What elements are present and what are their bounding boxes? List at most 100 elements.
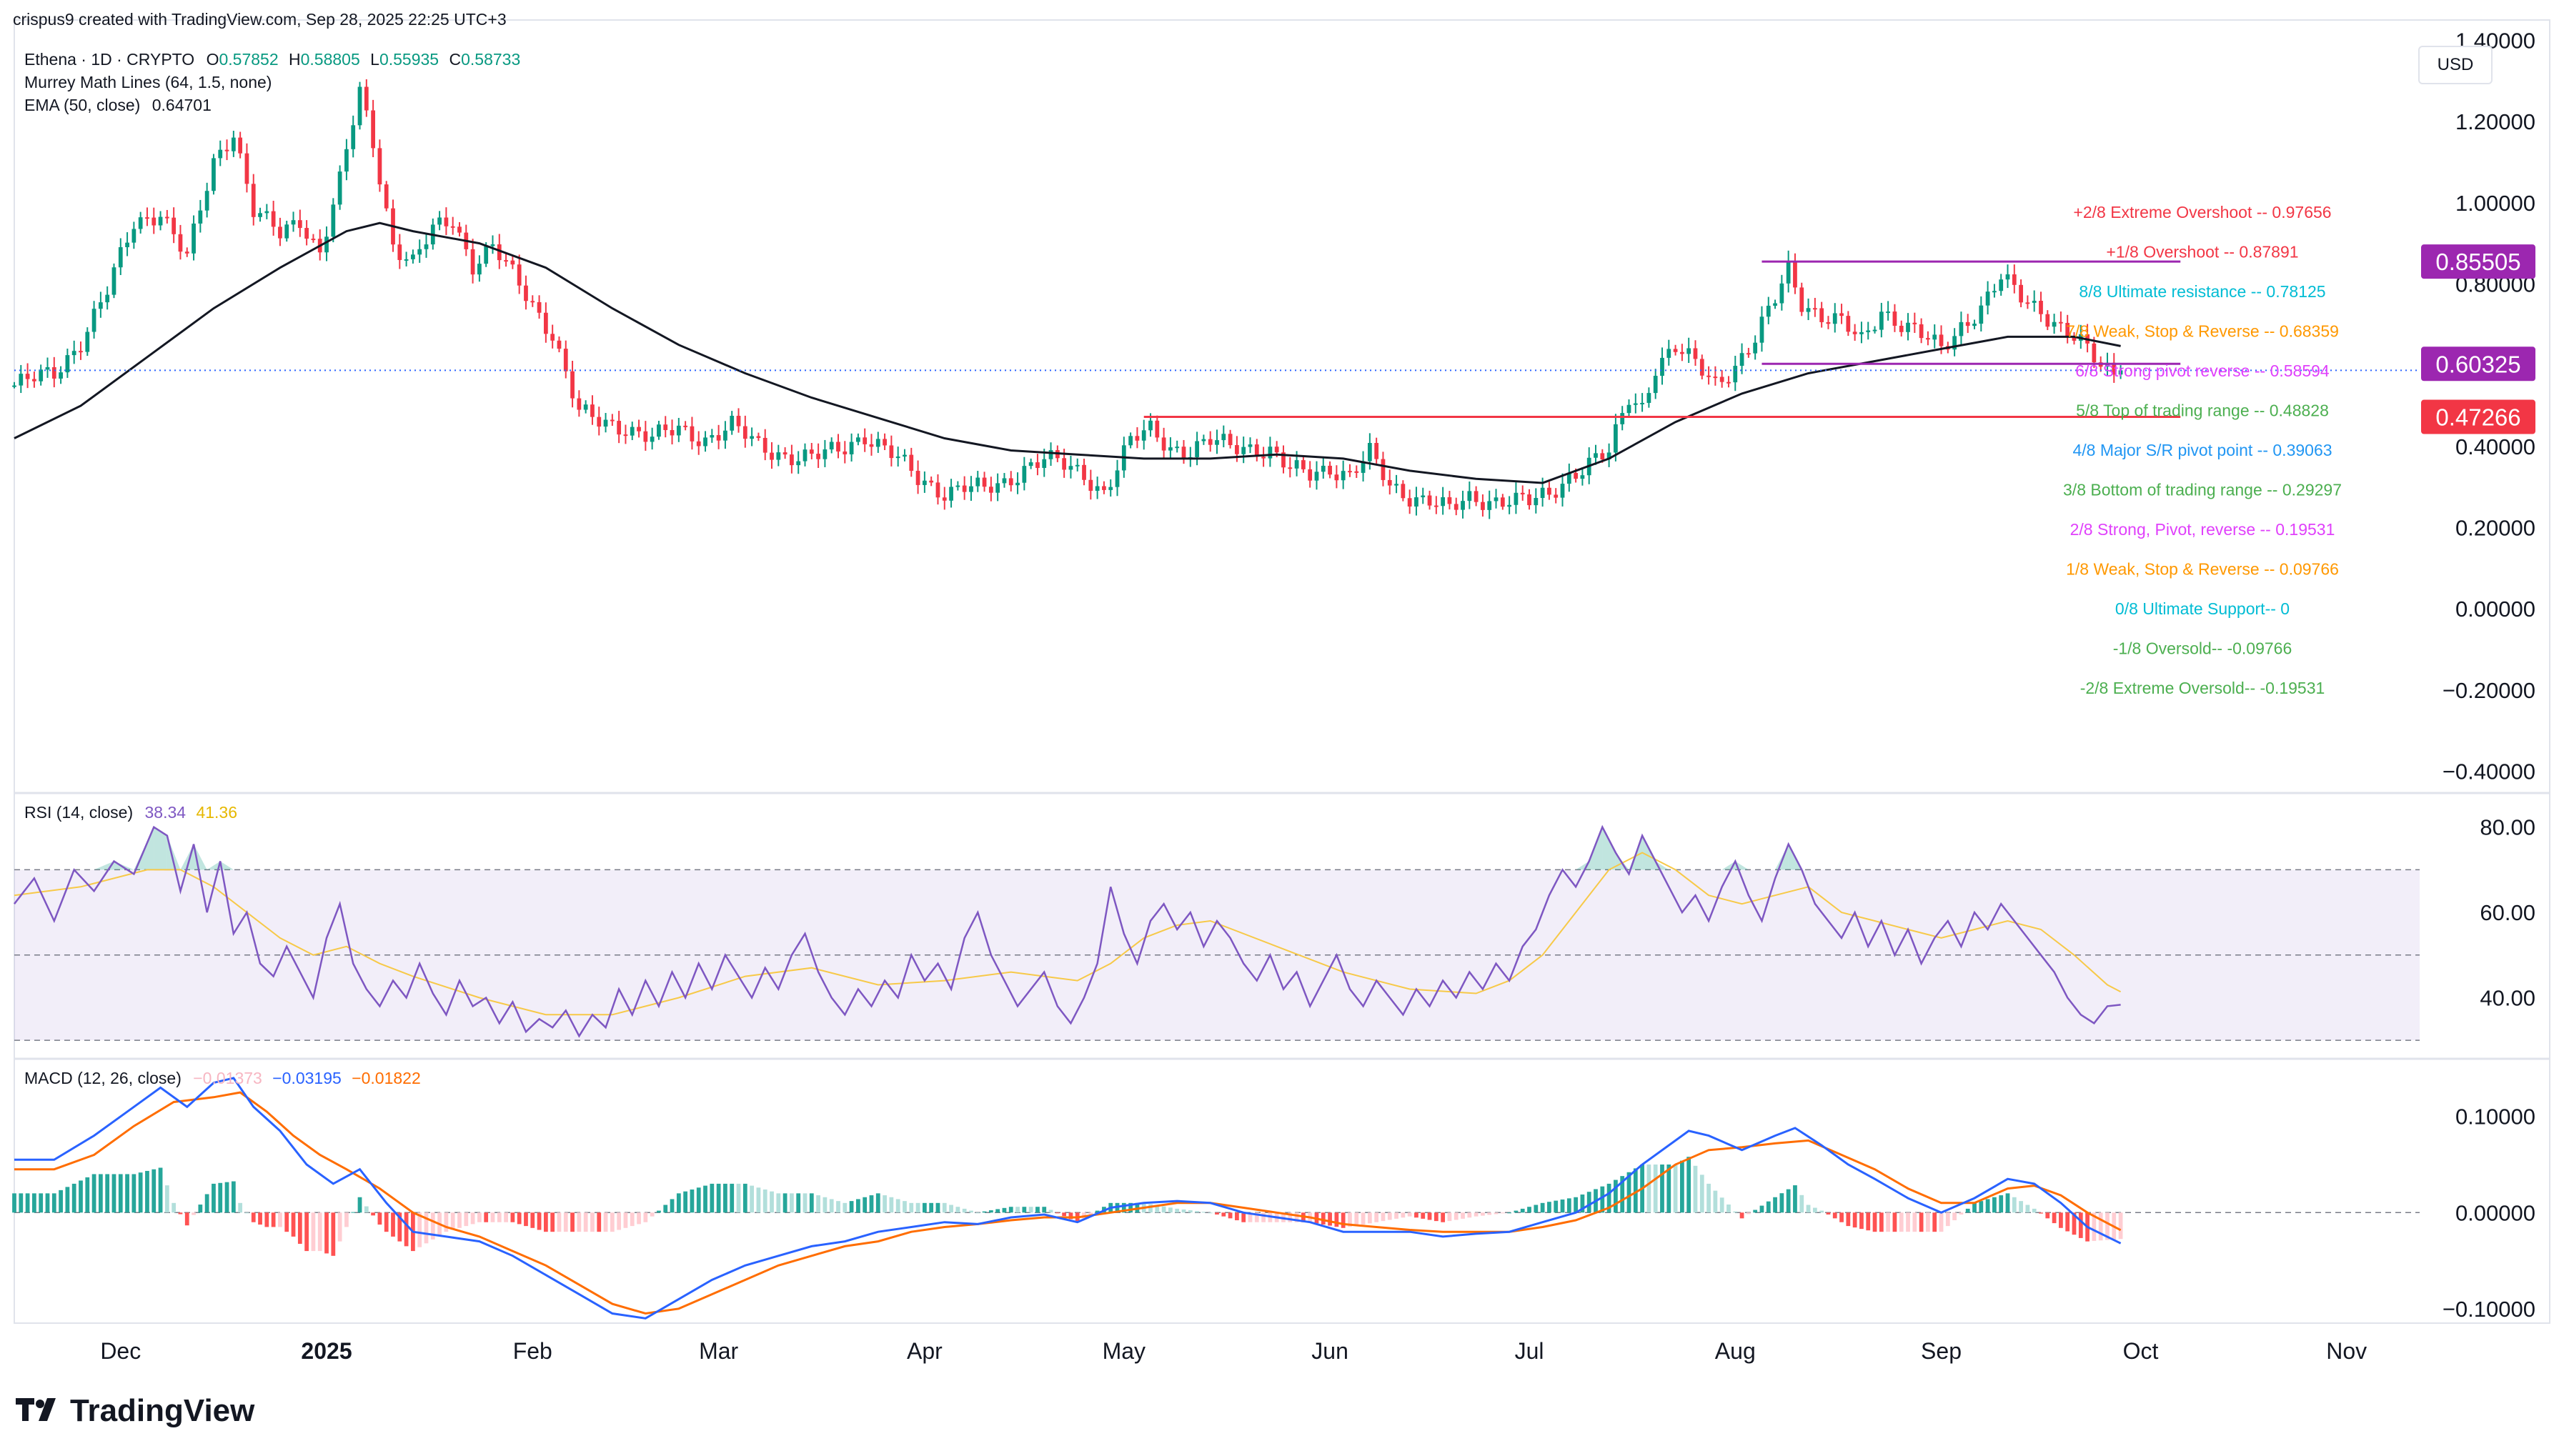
- macd-histogram-bar: [843, 1202, 848, 1213]
- candle: [1367, 443, 1372, 462]
- macd-histogram-bar: [849, 1201, 854, 1213]
- candle: [2005, 274, 2010, 280]
- candle: [696, 441, 701, 447]
- candle: [1527, 494, 1531, 506]
- macd-histogram-bar: [1427, 1212, 1432, 1220]
- chart-canvas[interactable]: +2/8 Extreme Overshoot -- 0.97656 +1/8 Ov…: [0, 0, 2554, 1456]
- macd-histogram-bar: [1374, 1212, 1379, 1222]
- macd-histogram-bar: [670, 1199, 675, 1213]
- macd-histogram-bar: [2059, 1212, 2063, 1228]
- candle: [1195, 441, 1199, 457]
- macd-histogram-bar: [1719, 1197, 1724, 1213]
- candle: [1062, 458, 1067, 470]
- macd-histogram-bar: [1414, 1212, 1418, 1218]
- candle: [1314, 472, 1319, 481]
- candle: [955, 485, 960, 487]
- candle: [2092, 343, 2097, 363]
- candle: [982, 477, 987, 487]
- macd-histogram-bar: [1646, 1165, 1651, 1213]
- candle: [1487, 501, 1492, 510]
- candle: [1959, 321, 1964, 336]
- macd-label: MACD (12, 26, close): [24, 1069, 182, 1087]
- macd-histogram-bar: [1241, 1212, 1246, 1222]
- candle: [258, 213, 262, 217]
- macd-histogram-bar: [1221, 1212, 1226, 1217]
- candle: [942, 497, 947, 501]
- candle: [1407, 498, 1412, 507]
- price-axis-tick: 1.00000: [2455, 191, 2535, 216]
- candle: [1481, 502, 1485, 510]
- macd-histogram-bar: [450, 1212, 455, 1230]
- macd-histogram-bar: [1979, 1201, 1984, 1213]
- candle: [1235, 445, 1239, 454]
- tradingview-logo[interactable]: TradingView: [16, 1393, 254, 1429]
- candle: [118, 247, 123, 268]
- candle: [397, 244, 402, 260]
- price-axis-tick: 0.00000: [2455, 597, 2535, 622]
- candle: [198, 210, 203, 224]
- macd-histogram-bar: [935, 1202, 940, 1213]
- macd-histogram-bar: [2012, 1197, 2017, 1213]
- candle: [1433, 505, 1439, 507]
- candle: [856, 437, 860, 442]
- macd-signal-line: [14, 1091, 2122, 1315]
- symbol-title: Ethena · 1D · CRYPTO: [24, 50, 195, 69]
- macd-axis-tick: 0.00000: [2455, 1200, 2535, 1225]
- candle: [1048, 450, 1053, 459]
- macd-histogram-bar: [1474, 1212, 1479, 1217]
- currency-button[interactable]: USD: [2418, 46, 2493, 84]
- candle: [1421, 495, 1426, 498]
- macd-histogram-bar: [1919, 1212, 1924, 1232]
- candle: [1886, 311, 1891, 314]
- macd-histogram-bar: [1832, 1212, 1837, 1219]
- macd-histogram-bar: [1753, 1210, 1758, 1213]
- macd-histogram-bar: [1168, 1207, 1173, 1213]
- macd-line: [14, 1077, 2122, 1320]
- candle: [1461, 501, 1465, 510]
- candle: [1932, 334, 1937, 340]
- macd-histogram-bar: [1739, 1212, 1744, 1219]
- macd-histogram-bar: [2078, 1212, 2083, 1238]
- macd-histogram-bar: [742, 1183, 747, 1213]
- macd-legend[interactable]: MACD (12, 26, close) −0.01373 −0.03195 −…: [24, 1069, 421, 1088]
- candle: [570, 371, 575, 399]
- macd-histogram-bar: [251, 1212, 256, 1222]
- candle: [2019, 284, 2023, 303]
- candle: [915, 471, 920, 485]
- candle: [1241, 447, 1246, 454]
- macd-histogram-bar: [2025, 1205, 2030, 1213]
- candle: [1115, 470, 1120, 487]
- candle: [484, 246, 489, 264]
- macd-histogram-bar: [1520, 1208, 1525, 1213]
- candle: [650, 437, 655, 442]
- macd-histogram-bar: [1839, 1212, 1844, 1222]
- candle: [351, 125, 356, 149]
- candle: [364, 86, 369, 111]
- candle: [750, 436, 754, 439]
- candle: [577, 398, 582, 410]
- macd-histogram-bar: [1467, 1212, 1472, 1218]
- candle: [1926, 338, 1930, 340]
- macd-histogram-bar: [2039, 1212, 2043, 1214]
- macd-histogram-bar: [278, 1212, 282, 1227]
- candle: [550, 334, 555, 341]
- ohlc-close: 0.58733: [461, 50, 521, 69]
- ema-legend[interactable]: EMA (50, close) 0.64701: [24, 96, 212, 115]
- candle: [1773, 303, 1777, 306]
- candle: [437, 217, 442, 225]
- rsi-legend[interactable]: RSI (14, close) 38.34 41.36: [24, 803, 237, 822]
- candle: [238, 137, 243, 154]
- candle: [184, 251, 189, 254]
- macd-histogram-bar: [304, 1212, 309, 1252]
- candle: [1507, 504, 1512, 507]
- murrey-level-label: 2/8 Strong, Pivot, reverse -- 0.19531: [2070, 520, 2335, 539]
- candle: [1739, 353, 1744, 367]
- macd-histogram-bar: [903, 1201, 907, 1213]
- candle: [1181, 447, 1186, 459]
- murrey-legend[interactable]: Murrey Math Lines (64, 1.5, none): [24, 73, 272, 92]
- murrey-level-label: 0/8 Ultimate Support-- 0: [2115, 599, 2290, 618]
- candle: [1520, 492, 1525, 495]
- macd-histogram-bar: [218, 1182, 223, 1213]
- symbol-legend[interactable]: Ethena · 1D · CRYPTO O0.57852 H0.58805 L…: [24, 50, 520, 69]
- candle: [1075, 464, 1080, 467]
